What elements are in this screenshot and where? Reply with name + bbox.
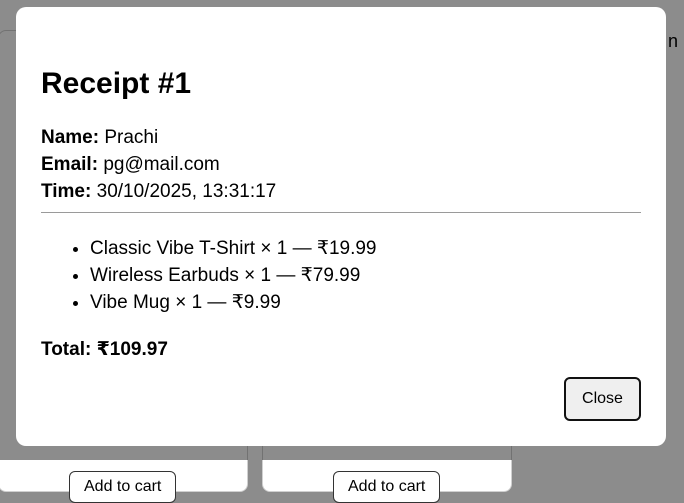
list-item: Vibe Mug × 1 — ₹9.99 <box>90 289 377 316</box>
close-button[interactable]: Close <box>564 377 641 421</box>
receipt-total: Total: ₹109.97 <box>41 339 168 360</box>
receipt-items-list: Classic Vibe T-Shirt × 1 — ₹19.99 Wirele… <box>41 235 377 316</box>
add-to-cart-button[interactable]: Add to cart <box>333 471 441 503</box>
name-row: Name: Prachi <box>41 124 276 151</box>
email-label: Email: <box>41 154 99 175</box>
customer-info: Name: Prachi Email: pg@mail.com Time: 30… <box>41 124 276 205</box>
time-row: Time: 30/10/2025, 13:31:17 <box>41 178 276 205</box>
time-label: Time: <box>41 181 92 202</box>
list-item: Wireless Earbuds × 1 — ₹79.99 <box>90 262 377 289</box>
name-value: Prachi <box>104 127 159 148</box>
email-value: pg@mail.com <box>103 154 220 175</box>
time-value: 30/10/2025, 13:31:17 <box>96 181 277 202</box>
name-label: Name: <box>41 127 100 148</box>
divider <box>41 212 641 213</box>
email-row: Email: pg@mail.com <box>41 151 276 178</box>
list-item: Classic Vibe T-Shirt × 1 — ₹19.99 <box>90 235 377 262</box>
receipt-modal: Receipt #1 Name: Prachi Email: pg@mail.c… <box>16 7 666 446</box>
receipt-title: Receipt #1 <box>41 67 192 100</box>
add-to-cart-button[interactable]: Add to cart <box>69 471 177 503</box>
